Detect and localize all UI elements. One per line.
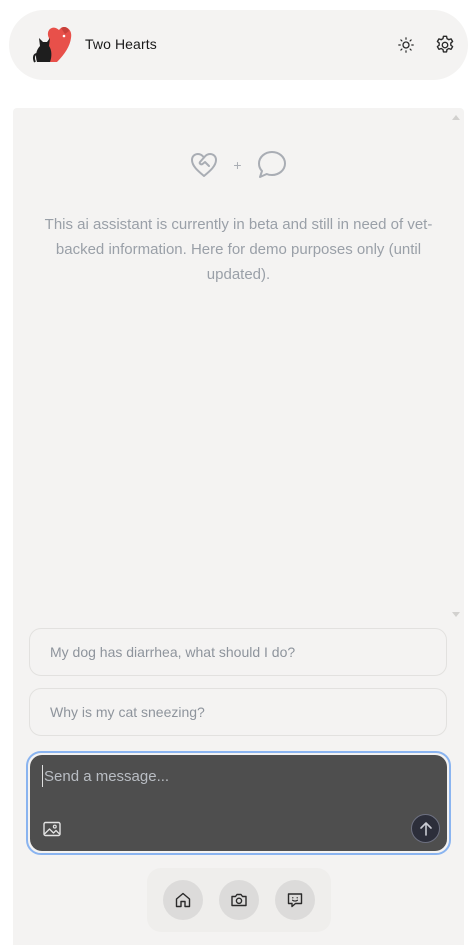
beta-disclaimer: This ai assistant is currently in beta a…	[44, 216, 433, 283]
message-composer	[26, 751, 451, 855]
chat-icon	[287, 893, 303, 908]
gear-icon[interactable]	[434, 34, 456, 56]
suggestion-button[interactable]: My dog has diarrhea, what should I do?	[29, 628, 447, 676]
sun-icon[interactable]	[397, 36, 415, 54]
scroll-up-icon[interactable]	[452, 114, 460, 120]
app-root: Two Hearts + This ai assistant is curren…	[0, 0, 475, 945]
image-icon[interactable]	[43, 821, 61, 837]
suggestion-button[interactable]: Why is my cat sneezing?	[29, 688, 447, 736]
header-bar: Two Hearts	[9, 10, 468, 80]
speech-bubble-icon	[257, 151, 286, 178]
composer-box	[30, 755, 447, 851]
arrow-up-icon	[419, 821, 432, 836]
nav-camera-button[interactable]	[219, 880, 259, 920]
app-logo-icon[interactable]	[31, 24, 75, 64]
message-input[interactable]	[42, 765, 424, 787]
scroll-down-icon[interactable]	[452, 612, 460, 618]
nav-home-button[interactable]	[163, 880, 203, 920]
camera-icon	[231, 893, 247, 907]
nav-chat-button[interactable]	[275, 880, 315, 920]
bottom-nav	[147, 868, 331, 932]
hero-plus: +	[233, 157, 242, 173]
send-button[interactable]	[411, 814, 440, 843]
hero-icons: +	[13, 148, 464, 182]
suggestion-label: Why is my cat sneezing?	[50, 704, 205, 720]
heart-handshake-icon	[191, 153, 218, 177]
home-icon	[175, 892, 191, 908]
app-title: Two Hearts	[85, 36, 157, 52]
suggestion-label: My dog has diarrhea, what should I do?	[50, 644, 296, 660]
chat-panel: + This ai assistant is currently in beta…	[13, 108, 464, 945]
